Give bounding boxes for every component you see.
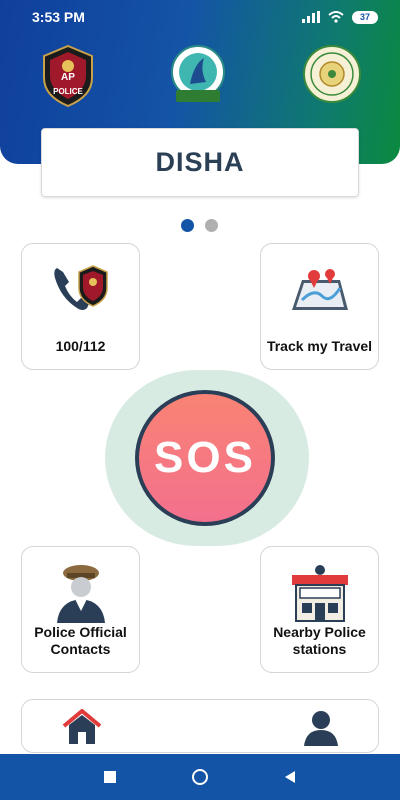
battery-icon: 37 [352,10,378,24]
home-button[interactable] [191,768,209,786]
sos-label: SOS [154,433,256,482]
app-title-card: DISHA [41,128,359,197]
bottom-nav-card [21,699,379,753]
home-icon[interactable] [62,708,102,751]
status-icons: 37 [302,10,378,24]
app-title: DISHA [155,147,245,177]
phone-police-icon [49,258,113,327]
square-icon [104,771,116,783]
government-seal-logo-icon [302,44,362,108]
sos-button[interactable]: SOS [135,390,275,526]
system-nav-bar [0,754,400,800]
police-officer-icon [49,561,113,630]
svg-text:POLICE: POLICE [53,87,83,96]
header-logos: AP POLICE [0,44,400,114]
status-time: 3:53 PM [32,9,85,25]
back-button[interactable] [281,768,299,786]
circle-icon [192,769,208,785]
battery-level: 37 [359,12,370,22]
ap-police-logo-icon: AP POLICE [38,44,98,108]
nearby-stations-tile[interactable]: Nearby Police stations [260,546,379,673]
status-bar: 3:53 PM 37 [0,0,400,34]
emergency-call-label: 100/112 [55,338,106,354]
triangle-back-icon [285,771,295,783]
carousel-dot-active[interactable] [181,219,194,232]
police-station-icon [288,561,352,630]
carousel-indicator [181,219,218,232]
recent-apps-button[interactable] [101,768,119,786]
svg-text:AP: AP [61,72,75,83]
map-location-icon [288,258,352,327]
profile-icon[interactable] [302,708,340,751]
emergency-call-tile[interactable]: 100/112 [21,243,140,370]
wifi-icon [328,11,344,23]
police-contacts-tile[interactable]: Police Official Contacts [21,546,140,673]
disha-logo-icon [168,44,228,108]
carousel-dot[interactable] [205,219,218,232]
signal-icon [302,11,320,23]
track-travel-tile[interactable]: Track my Travel [260,243,379,370]
track-travel-label: Track my Travel [266,338,373,354]
